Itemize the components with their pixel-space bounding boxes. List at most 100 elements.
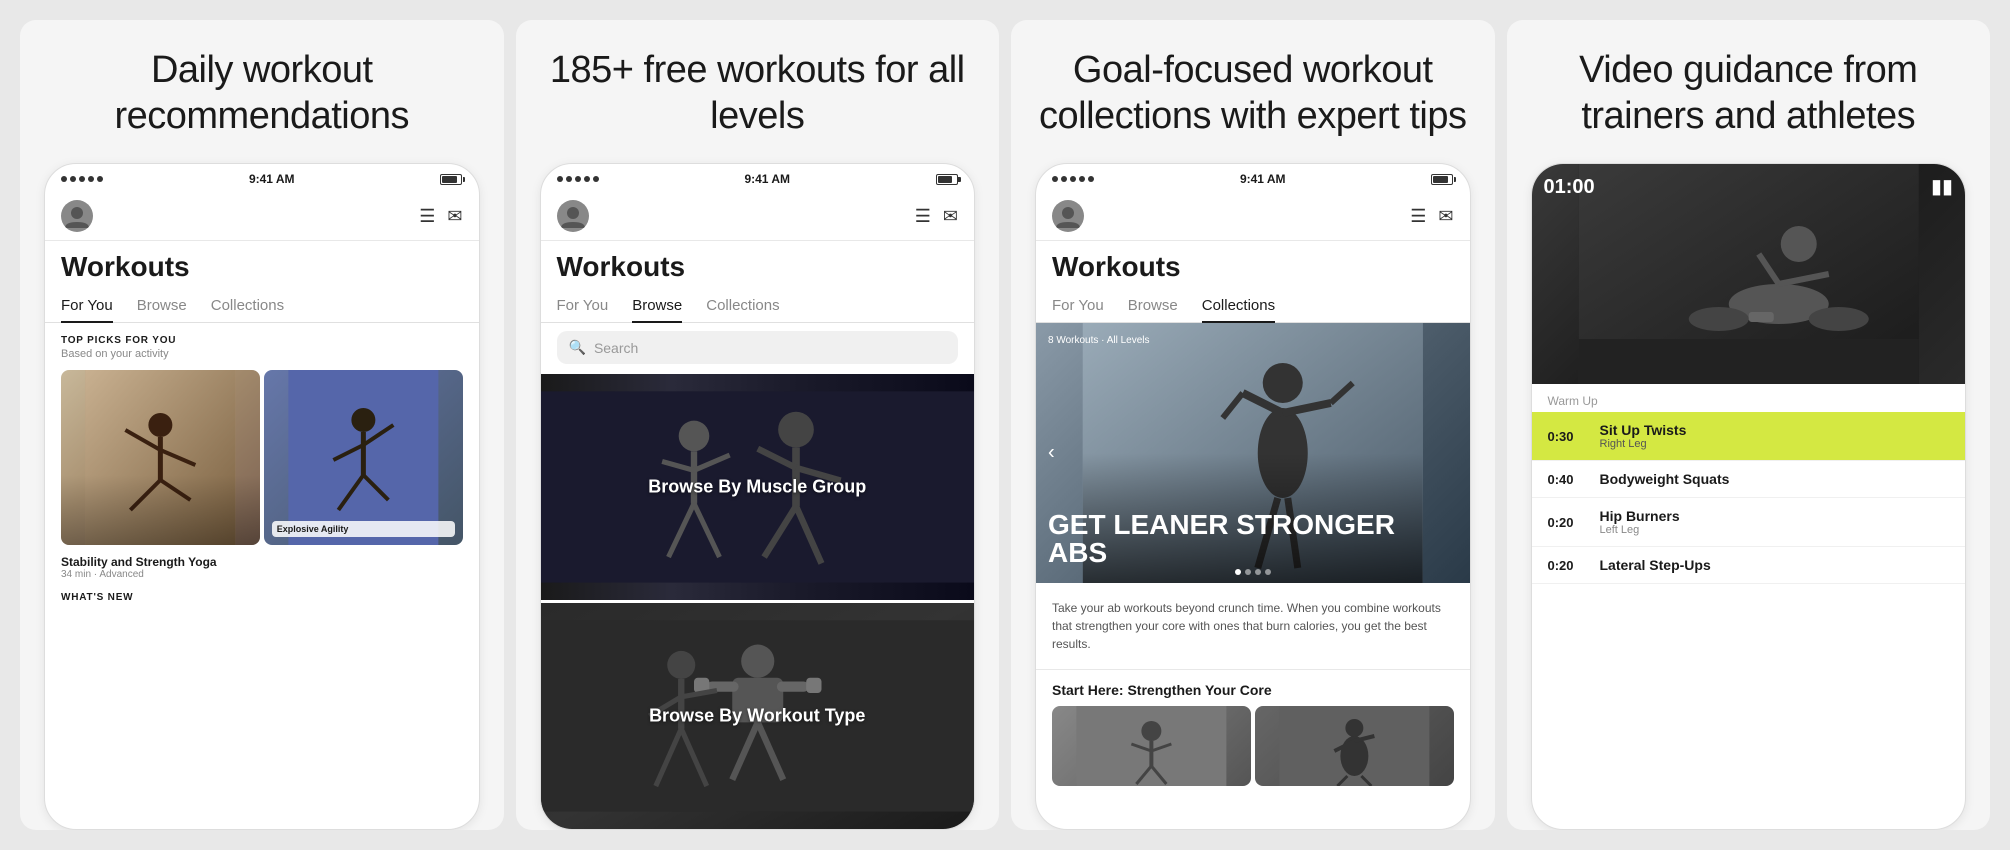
exercise-sub-0: Right Leg bbox=[1600, 438, 1687, 450]
yoga-image bbox=[61, 370, 260, 545]
status-bar-2: 9:41 AM bbox=[541, 164, 975, 194]
collection-start: Start Here: Strengthen Your Core bbox=[1036, 670, 1470, 706]
video-container: 01:00 ▮▮ bbox=[1532, 164, 1966, 384]
browse-muscle-label: Browse By Muscle Group bbox=[648, 477, 866, 498]
card-2: 185+ free workouts for all levels 9:41 A… bbox=[516, 20, 1000, 830]
exercise-item-0[interactable]: 0:30 Sit Up Twists Right Leg bbox=[1532, 412, 1966, 461]
phone-frame-2: 9:41 AM ☰ ✉ Workouts For bbox=[540, 163, 976, 830]
header-icons-2: ☰ ✉ bbox=[915, 206, 958, 227]
section-sub-1: Based on your activity bbox=[61, 348, 463, 360]
exercise-name-3: Lateral Step-Ups bbox=[1600, 557, 1711, 573]
status-bar-1: 9:41 AM bbox=[45, 164, 479, 194]
exercise-name-0: Sit Up Twists bbox=[1600, 422, 1687, 438]
browse-workout-type[interactable]: Browse By Workout Type bbox=[541, 603, 975, 829]
list-icon-2[interactable]: ☰ bbox=[915, 206, 931, 227]
video-timer: 01:00 bbox=[1544, 176, 1595, 199]
battery-icon-1 bbox=[440, 174, 462, 185]
exercise-time-0: 0:30 bbox=[1548, 429, 1584, 444]
avatar-3 bbox=[1052, 200, 1084, 232]
collection-thumbs bbox=[1036, 706, 1470, 786]
signal-dots-2 bbox=[557, 176, 599, 182]
card-1-title: Daily workout recommendations bbox=[44, 48, 480, 139]
workouts-title-2: Workouts bbox=[541, 241, 975, 289]
phone-frame-1: 9:41 AM ☰ ✉ Workouts For bbox=[44, 163, 480, 830]
exercise-info-1: Bodyweight Squats bbox=[1600, 471, 1730, 487]
card-3: Goal-focused workout collections with ex… bbox=[1011, 20, 1495, 830]
collection-desc: Take your ab workouts beyond crunch time… bbox=[1036, 583, 1470, 670]
exercise-item-3[interactable]: 0:20 Lateral Step-Ups bbox=[1532, 547, 1966, 584]
warm-up-label: Warm Up bbox=[1532, 384, 1966, 412]
tab-collections-3[interactable]: Collections bbox=[1202, 289, 1275, 322]
exercise-time-3: 0:20 bbox=[1548, 558, 1584, 573]
avatar-1 bbox=[61, 200, 93, 232]
browse-muscle-group[interactable]: Browse By Muscle Group bbox=[541, 374, 975, 600]
phone-frame-3: 9:41 AM ☰ ✉ Workouts For bbox=[1035, 163, 1471, 830]
tabs-2: For You Browse Collections bbox=[541, 289, 975, 323]
coll-thumb-1 bbox=[1052, 706, 1251, 786]
tab-collections-1[interactable]: Collections bbox=[211, 289, 284, 322]
phone-frame-4: 01:00 ▮▮ Warm Up 0:30 Sit Up Twists Righ… bbox=[1531, 163, 1967, 830]
card-1: Daily workout recommendations 9:41 AM bbox=[20, 20, 504, 830]
workouts-title-1: Workouts bbox=[45, 241, 479, 289]
runner-image: Explosive Agility bbox=[264, 370, 463, 545]
pause-icon[interactable]: ▮▮ bbox=[1931, 174, 1953, 199]
tab-for-you-1[interactable]: For You bbox=[61, 289, 113, 322]
collection-badge: 8 Workouts · All Levels bbox=[1048, 335, 1150, 346]
workout-list: Warm Up 0:30 Sit Up Twists Right Leg 0:4… bbox=[1532, 384, 1966, 829]
exercise-info-3: Lateral Step-Ups bbox=[1600, 557, 1711, 573]
section-label-1: TOP PICKS FOR YOU bbox=[61, 335, 463, 346]
exercise-item-1[interactable]: 0:40 Bodyweight Squats bbox=[1532, 461, 1966, 498]
phone-header-2: ☰ ✉ bbox=[541, 194, 975, 241]
signal-dots-3 bbox=[1052, 176, 1094, 182]
runner-badge: Explosive Agility bbox=[272, 521, 455, 537]
tab-browse-2[interactable]: Browse bbox=[632, 289, 682, 322]
exercise-name-1: Bodyweight Squats bbox=[1600, 471, 1730, 487]
workout-info-1: Stability and Strength Yoga 34 min · Adv… bbox=[61, 555, 463, 580]
list-icon-3[interactable]: ☰ bbox=[1410, 206, 1426, 227]
search-icon: 🔍 bbox=[569, 339, 586, 356]
tab-browse-3[interactable]: Browse bbox=[1128, 289, 1178, 322]
coll-thumb-2 bbox=[1255, 706, 1454, 786]
header-icons-3: ☰ ✉ bbox=[1410, 206, 1453, 227]
card-3-title: Goal-focused workout collections with ex… bbox=[1035, 48, 1471, 139]
tab-for-you-2[interactable]: For You bbox=[557, 289, 609, 322]
battery-3 bbox=[1431, 174, 1453, 185]
card-4-title: Video guidance from trainers and athlete… bbox=[1531, 48, 1967, 139]
tabs-3: For You Browse Collections bbox=[1036, 289, 1470, 323]
phone-header-1: ☰ ✉ bbox=[45, 194, 479, 241]
status-time-3: 9:41 AM bbox=[1240, 172, 1286, 186]
workouts-title-3: Workouts bbox=[1036, 241, 1470, 289]
battery-2 bbox=[936, 174, 958, 185]
card-2-title: 185+ free workouts for all levels bbox=[540, 48, 976, 139]
exercise-item-2[interactable]: 0:20 Hip Burners Left Leg bbox=[1532, 498, 1966, 547]
workout-meta-1: 34 min · Advanced bbox=[61, 569, 463, 580]
header-icons-1: ☰ ✉ bbox=[419, 206, 462, 227]
browse-type-label: Browse By Workout Type bbox=[649, 706, 865, 727]
exercise-info-0: Sit Up Twists Right Leg bbox=[1600, 422, 1687, 450]
exercise-time-2: 0:20 bbox=[1548, 515, 1584, 530]
status-time-2: 9:41 AM bbox=[744, 172, 790, 186]
avatar-2 bbox=[557, 200, 589, 232]
card-4: Video guidance from trainers and athlete… bbox=[1507, 20, 1991, 830]
inbox-icon-3[interactable]: ✉ bbox=[1438, 206, 1453, 227]
dot-indicators bbox=[1235, 569, 1271, 575]
tab-browse-1[interactable]: Browse bbox=[137, 289, 187, 322]
collection-big-title: GET LEANER STRONGER ABS bbox=[1048, 511, 1458, 567]
tabs-1: For You Browse Collections bbox=[45, 289, 479, 323]
list-icon-1[interactable]: ☰ bbox=[419, 206, 435, 227]
nav-prev-icon[interactable]: ‹ bbox=[1048, 442, 1055, 465]
tab-for-you-3[interactable]: For You bbox=[1052, 289, 1104, 322]
battery-1 bbox=[440, 174, 462, 185]
cards-container: Daily workout recommendations 9:41 AM bbox=[20, 20, 1990, 830]
phone-header-3: ☰ ✉ bbox=[1036, 194, 1470, 241]
signal-dots-1 bbox=[61, 176, 103, 182]
tab-collections-2[interactable]: Collections bbox=[706, 289, 779, 322]
video-bg bbox=[1532, 164, 1966, 384]
inbox-icon-2[interactable]: ✉ bbox=[943, 206, 958, 227]
exercise-name-2: Hip Burners bbox=[1600, 508, 1680, 524]
inbox-icon-1[interactable]: ✉ bbox=[447, 206, 462, 227]
search-bar[interactable]: 🔍 Search bbox=[557, 331, 959, 364]
workout-images-1: Explosive Agility bbox=[61, 370, 463, 545]
whats-new-label: WHAT'S NEW bbox=[61, 592, 463, 603]
battery-icon-3 bbox=[1431, 174, 1453, 185]
